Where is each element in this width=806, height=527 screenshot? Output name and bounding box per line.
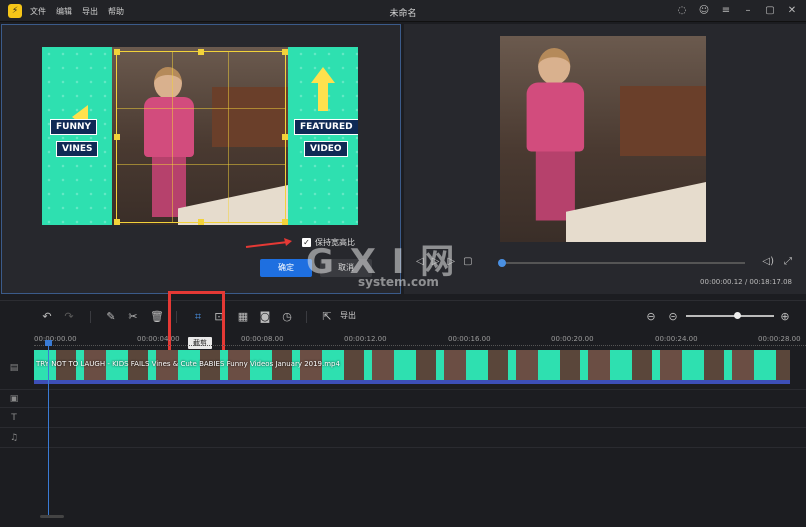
ruler-tick: 00:00:16.00 bbox=[448, 335, 491, 343]
crop-handle-left[interactable] bbox=[114, 134, 120, 140]
menu-bar: 文件 编辑 导出 帮助 bbox=[30, 6, 124, 17]
export-icon[interactable]: ⇱ bbox=[320, 310, 334, 324]
close-icon[interactable]: ✕ bbox=[786, 4, 798, 16]
snapshot-icon[interactable]: ◙ bbox=[258, 310, 272, 324]
music-track-icon: ♫ bbox=[9, 433, 19, 443]
undo-icon[interactable]: ↶ bbox=[40, 310, 54, 324]
crop-handle-top[interactable] bbox=[198, 49, 204, 55]
preview-video bbox=[500, 36, 706, 242]
stop-icon[interactable]: ▢ bbox=[463, 256, 472, 267]
ruler-tick: 00:00:20.00 bbox=[551, 335, 594, 343]
ruler-tick: 00:00:12.00 bbox=[344, 335, 387, 343]
chat-icon[interactable]: ◌ bbox=[676, 4, 688, 16]
pencil-icon[interactable]: ✎ bbox=[104, 310, 118, 324]
preview-right-controls: ◁) ⤢ bbox=[762, 256, 792, 267]
progress-knob[interactable] bbox=[498, 259, 507, 267]
cabinet-graphic bbox=[620, 86, 706, 156]
child-figure bbox=[522, 48, 591, 221]
pip-track-icon: ▣ bbox=[9, 394, 19, 404]
menu-edit[interactable]: 编辑 bbox=[56, 6, 72, 17]
up-arrow-graphic bbox=[311, 67, 335, 83]
fullscreen-icon[interactable]: ⤢ bbox=[784, 256, 792, 267]
preview-panel: ◁ ▷ ▷ ▢ ◁) ⤢ 00:00:00.12 / 00:18:17.08 bbox=[404, 24, 806, 294]
timeline-scrollbar[interactable] bbox=[40, 515, 64, 518]
zoom-in-icon[interactable]: ⊕ bbox=[778, 310, 792, 324]
fit-timeline-icon[interactable]: ⊖ bbox=[644, 310, 658, 324]
zoom-slider[interactable] bbox=[686, 312, 774, 319]
clip-filename: TRY NOT TO LAUGH - KIDS FAILS Vines & Cu… bbox=[36, 360, 340, 368]
maximize-icon[interactable]: ▢ bbox=[764, 4, 776, 16]
duration-icon[interactable]: ◷ bbox=[280, 310, 294, 324]
up-arrow-shaft bbox=[318, 83, 328, 111]
ruler-tick: 00:00:24.00 bbox=[655, 335, 698, 343]
crop-handle-top-right[interactable] bbox=[282, 49, 288, 55]
video-track-icon: ▤ bbox=[9, 363, 19, 373]
text-track: T bbox=[0, 408, 806, 428]
trash-icon[interactable]: 🗑 bbox=[150, 310, 164, 324]
crop-rectangle[interactable] bbox=[114, 49, 288, 225]
scissors-icon[interactable]: ✂ bbox=[126, 310, 140, 324]
crop-handle-bottom-left[interactable] bbox=[114, 219, 120, 225]
app-logo-icon: ⚡ bbox=[8, 4, 22, 18]
crop-handle-bottom-right[interactable] bbox=[282, 219, 288, 225]
ruler-tick: 00:00:28.00 bbox=[758, 335, 801, 343]
ruler-tick: 00:00:08.00 bbox=[241, 335, 284, 343]
banner-featured: FEATURED bbox=[294, 119, 358, 135]
ruler-tick: 00:00:00.00 bbox=[34, 335, 77, 343]
playhead[interactable] bbox=[48, 343, 49, 518]
timeline-ruler[interactable]: 00:00:00.00 00:00:04.00 00:00:08.00 00:0… bbox=[34, 333, 806, 347]
watermark-domain: system.com bbox=[358, 275, 439, 289]
ruler-tick: 00:00:04.00 bbox=[137, 335, 180, 343]
mosaic-icon[interactable]: ▦ bbox=[236, 310, 250, 324]
crop-handle-bottom[interactable] bbox=[198, 219, 204, 225]
window-controls: ◌ ☺ ≡ – ▢ ✕ bbox=[676, 4, 798, 16]
menu-export[interactable]: 导出 bbox=[82, 6, 98, 17]
confirm-button[interactable]: 确定 bbox=[260, 259, 312, 277]
volume-icon[interactable]: ◁) bbox=[762, 256, 774, 267]
user-icon[interactable]: ☺ bbox=[698, 4, 710, 16]
export-label[interactable]: 导出 bbox=[340, 310, 356, 321]
zoom-out-icon[interactable]: ⊝ bbox=[666, 310, 680, 324]
minimize-icon[interactable]: – bbox=[742, 4, 754, 16]
banner-video: VIDEO bbox=[304, 141, 348, 157]
crop-handle-right[interactable] bbox=[282, 134, 288, 140]
timecode: 00:00:00.12 / 00:18:17.08 bbox=[700, 278, 792, 286]
menu-help[interactable]: 帮助 bbox=[108, 6, 124, 17]
menu-icon[interactable]: ≡ bbox=[720, 4, 732, 16]
title-bar: ⚡ 文件 编辑 导出 帮助 未命名 ◌ ☺ ≡ – ▢ ✕ bbox=[0, 0, 806, 22]
banner-vines: VINES bbox=[56, 141, 99, 157]
playback-progress[interactable] bbox=[498, 259, 745, 267]
music-track: ♫ bbox=[0, 428, 806, 448]
red-arrow-annotation bbox=[245, 238, 292, 248]
redo-icon[interactable]: ↷ bbox=[62, 310, 76, 324]
menu-file[interactable]: 文件 bbox=[30, 6, 46, 17]
banner-funny: FUNNY bbox=[50, 119, 98, 135]
text-track-icon: T bbox=[11, 413, 17, 423]
crop-handle-top-left[interactable] bbox=[114, 49, 120, 55]
pip-track: ▣ bbox=[0, 390, 806, 408]
